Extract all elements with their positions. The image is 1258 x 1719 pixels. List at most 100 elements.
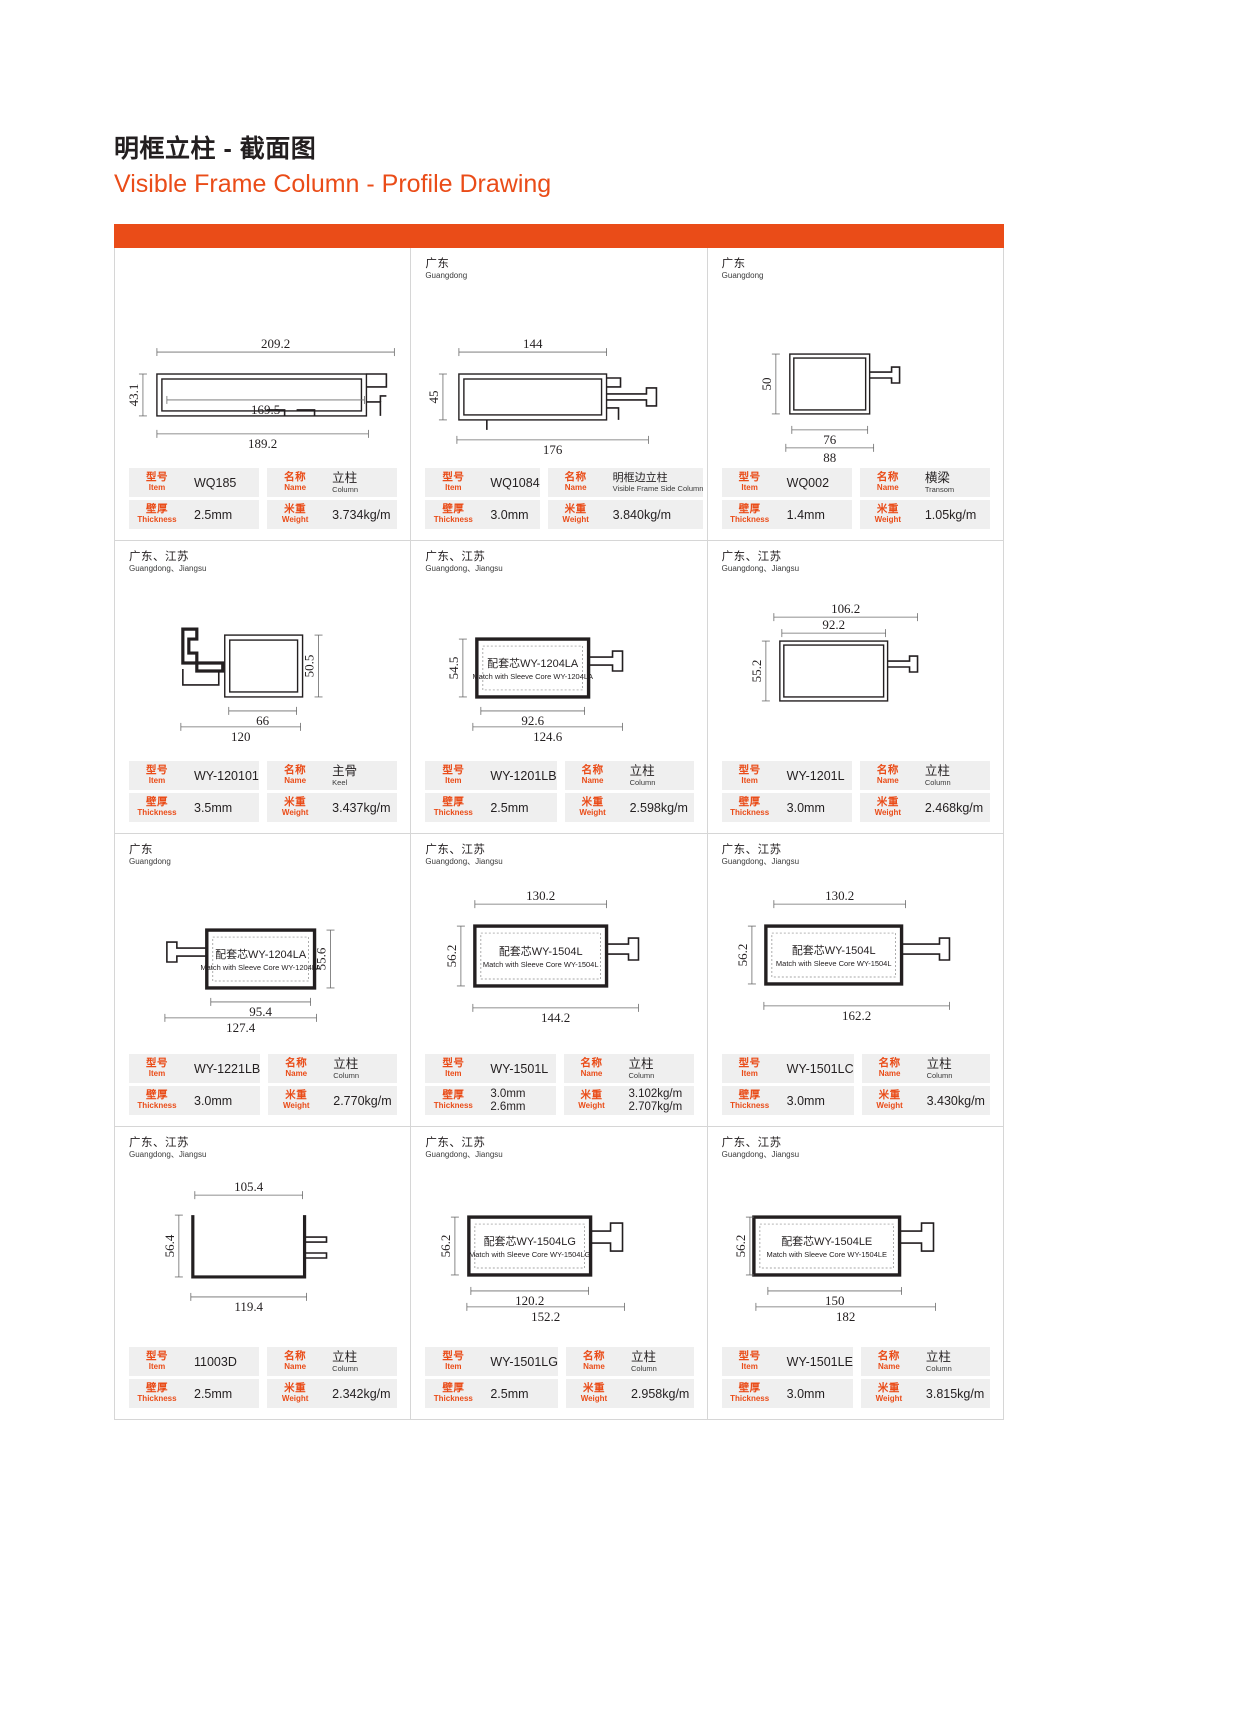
region-label: 广东、江苏 Guangdong、Jiangsu [129,1136,206,1160]
spec-key-name: 名称 Name [564,1054,620,1083]
spec-key-item: 型号 Item [129,761,185,790]
dimension-text: 55.6 [314,947,329,970]
region-label-cn: 广东 [425,258,450,270]
spec-key-weight: 米重 Weight [861,1379,917,1408]
profile-drawing: 配套芯WY-1504LG Match with Sleeve Core WY-15… [438,1215,626,1324]
dimension-text: 169.5 [251,402,280,417]
spec-key-thickness-en: Thickness [137,515,177,524]
spec-column-right: 名称 Name 明框边立柱 Visible Frame Side Column … [547,468,704,529]
spec-key-item-en: Item [741,776,758,785]
spec-value-weight: 1.05kg/m [916,500,990,529]
dimension-text: 54.5 [446,657,461,680]
spec-row-name: 名称 Name 横梁 Transom [859,468,990,497]
profile-drawing-area: 209.2 169.5 189.2 43.1 [115,282,410,478]
spec-key-name: 名称 Name [862,1054,918,1083]
spec-key-item-en: Item [148,483,166,492]
spec-key-name: 名称 Name [566,1347,622,1376]
spec-key-weight-cn: 米重 [285,1089,308,1101]
profile-drawing: 配套芯WY-1204LA Match with Sleeve Core WY-12… [446,637,624,744]
sleeve-core-en: Match with Sleeve Core WY-1504LG [469,1250,591,1259]
dimension-text: 92.6 [522,713,545,728]
profile-section-svg: 66 120 50.5 [180,627,323,744]
spec-value-item: WQ002 [778,468,852,497]
spec-row-item: 型号 Item WY-1501LC [721,1054,854,1083]
spec-value-weight: 2.958kg/m [622,1379,694,1408]
spec-key-item: 型号 Item [425,761,481,790]
spec-row-name: 名称 Name 立柱 Column [267,468,398,497]
spec-key-item-cn: 型号 [146,764,168,776]
region-label-cn: 广东、江苏 [425,844,486,856]
spec-table: 型号 Item WQ1084 壁厚 Thickness 3.0mm 名称 Nam… [425,468,704,529]
profile-cell: 广东、江苏 Guangdong、Jiangsu 配套芯WY-1504L Match w… [411,834,708,1127]
weight-value: 2.468kg/m [924,800,984,815]
region-label-en: Guangdong、Jiangsu [721,857,800,866]
accent-bar [114,224,1004,248]
spec-key-item-cn: 型号 [442,764,465,776]
region-label-en: Guangdong、Jiangsu [721,1150,800,1159]
spec-key-name-cn: 名称 [877,1350,900,1362]
spec-table: 型号 Item WY-120101 壁厚 Thickness 3.5mm 名称 … [129,761,398,822]
profile-drawing: 配套芯WY-1504L Match with Sleeve Core WY-150… [444,888,640,1025]
sleeve-core-cn: 配套芯WY-1504LG [484,1234,576,1248]
spec-key-weight-cn: 米重 [581,796,604,808]
spec-key-name: 名称 Name [861,1347,917,1376]
spec-key-name-en: Name [284,776,307,785]
spec-key-weight-cn: 米重 [876,796,899,808]
dimension-text: 209.2 [261,336,290,351]
spec-row-weight: 米重 Weight 3.102kg/m 2.707kg/m [563,1086,694,1115]
spec-key-name-cn: 名称 [284,1350,307,1362]
spec-row-item: 型号 Item WQ002 [721,468,852,497]
spec-key-item-cn: 型号 [146,1057,168,1069]
dimension-text: 120 [231,729,250,744]
spec-key-name-en: Name [284,1362,307,1371]
profile-drawing: 配套芯WY-1204LA Match with Sleeve Core WY-12… [164,928,335,1035]
spec-value-thickness: 1.4mm [778,500,852,529]
spec-value-name: 立柱 Column [916,761,990,790]
spec-row-weight: 米重 Weight 1.05kg/m [859,500,990,529]
spec-key-thickness-en: Thickness [730,515,770,524]
dimension-text: 182 [836,1309,855,1324]
spec-key-thickness-cn: 壁厚 [146,503,168,515]
profile-drawing: 209.2 169.5 189.2 43.1 [126,336,395,451]
spec-value-item: WY-1501LE [778,1347,853,1376]
spec-value-item: WY-1201L [778,761,852,790]
dimension-text: 76 [823,432,836,447]
spec-key-weight: 米重 Weight [268,1086,324,1115]
spec-key-weight-en: Weight [874,515,902,524]
name-en: Column [628,1071,655,1080]
spec-row-name: 名称 Name 立柱 Column [861,1054,990,1083]
spec-key-weight-cn: 米重 [284,1382,307,1394]
thickness-value: 2.5mm [194,1386,233,1401]
spec-row-name: 名称 Name 立柱 Column [268,1054,398,1083]
item-code: WY-1501LG [490,1354,558,1369]
weight-value: 2.598kg/m [629,800,688,815]
spec-row-thickness: 壁厚 Thickness 3.0mm [425,500,540,529]
spec-value-weight: 3.430kg/m [918,1086,990,1115]
spec-row-thickness: 壁厚 Thickness 2.5mm [129,1379,260,1408]
thickness-value: 3.5mm [194,800,233,815]
item-code: WY-1501L [490,1061,549,1076]
spec-row-weight: 米重 Weight 2.468kg/m [859,793,990,822]
name-cn: 立柱 [630,1350,656,1364]
spec-key-name: 名称 Name [548,468,604,497]
spec-column-left: 型号 Item 11003D 壁厚 Thickness 2.5mm [129,1347,260,1408]
dimension-text: 105.4 [234,1179,264,1194]
spec-key-weight: 米重 Weight [860,793,916,822]
spec-key-item-en: Item [445,776,462,785]
spec-key-name-cn: 名称 [876,471,899,483]
spec-key-thickness: 壁厚 Thickness [425,1379,481,1408]
spec-value-thickness: 3.0mm [778,1086,854,1115]
spec-key-thickness-en: Thickness [137,808,177,817]
spec-column-left: 型号 Item WY-1201LB 壁厚 Thickness 2.5mm [425,761,557,822]
region-label-cn: 广东、江苏 [425,551,486,563]
dimension-text: 66 [256,713,269,728]
region-label-en: Guangdong、Jiangsu [425,1150,503,1159]
spec-value-name: 立柱 Column [622,1347,694,1376]
spec-key-item: 型号 Item [722,1347,778,1376]
spec-column-left: 型号 Item WQ002 壁厚 Thickness 1.4mm [721,468,852,529]
dimension-text: 43.1 [126,384,141,407]
name-cn: 立柱 [333,1057,359,1071]
spec-key-thickness-en: Thickness [433,515,473,524]
item-code: WQ002 [786,475,830,490]
spec-table: 型号 Item WY-1501LE 壁厚 Thickness 3.0mm 名称 … [721,1347,990,1408]
